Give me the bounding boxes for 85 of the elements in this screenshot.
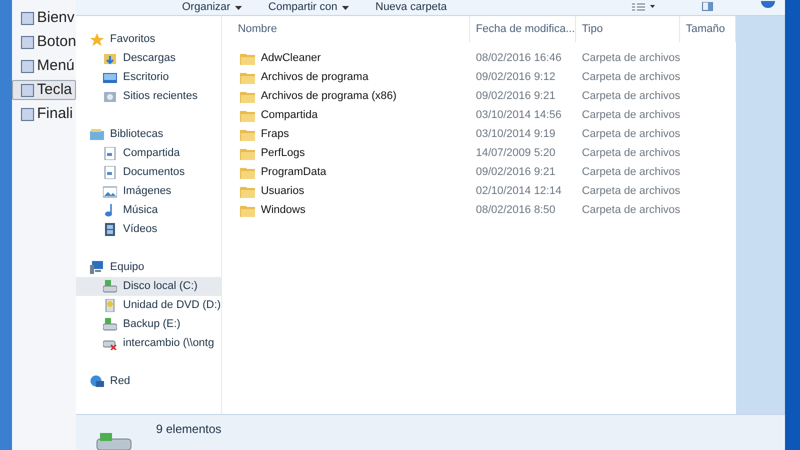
- file-name[interactable]: Archivos de programa: [232, 69, 470, 86]
- type-cell-text: Carpeta de archivos: [580, 108, 680, 124]
- nav-group-item[interactable]: Equipo: [90, 258, 221, 277]
- film-icon: [103, 223, 117, 236]
- date-cell-text: 09/02/2016 9:12: [474, 70, 556, 86]
- sidebar-item[interactable]: Bienv: [12, 8, 76, 28]
- folder-icon: [240, 109, 256, 122]
- toolbar-button[interactable]: Compartir con: [268, 0, 350, 16]
- file-name[interactable]: Windows: [232, 202, 470, 219]
- nav-item[interactable]: intercambio (\\ontg: [76, 334, 221, 353]
- file-name[interactable]: PerfLogs: [232, 145, 470, 162]
- type-cell-text: Carpeta de archivos: [580, 165, 680, 180]
- sidebar-item[interactable]: Boton: [12, 32, 76, 52]
- document-icon: [103, 166, 117, 179]
- page-icon: [21, 60, 34, 72]
- date-cell-text: 03/10/2014 14:56: [474, 108, 562, 124]
- column-header[interactable]: Tipo: [576, 16, 680, 42]
- sidebar-item[interactable]: Finali: [12, 104, 76, 124]
- type-cell-text: Carpeta de archivos: [580, 70, 680, 86]
- file-name[interactable]: Usuarios: [232, 183, 470, 200]
- type-cell-text: Carpeta de archivos: [580, 127, 680, 142]
- nav-group-item[interactable]: Favoritos: [90, 30, 221, 49]
- type-cell-text: Carpeta de archivos: [580, 203, 680, 218]
- toolbar-button[interactable]: Nueva carpeta: [375, 0, 447, 16]
- folder-icon: [240, 128, 256, 141]
- picture-icon: [103, 185, 117, 198]
- nav-item[interactable]: Escritorio: [76, 68, 221, 87]
- file-name[interactable]: Archivos de programa (x86): [232, 88, 470, 105]
- column-header[interactable]: Nombre: [232, 16, 470, 42]
- download-folder-icon: [103, 52, 117, 65]
- folder-icon: [240, 90, 256, 103]
- folder-icon: [240, 166, 256, 179]
- folder-icon: [240, 204, 256, 217]
- document-icon: [103, 147, 117, 160]
- date-cell-text: 14/07/2009 5:20: [474, 146, 556, 162]
- nav-item[interactable]: Sitios recientes: [76, 87, 221, 106]
- folder-icon: [240, 52, 256, 65]
- nav-item[interactable]: Vídeos: [76, 220, 221, 239]
- date-cell-text: 08/02/2016 8:50: [474, 203, 556, 218]
- disc-drive-icon: [103, 299, 117, 312]
- page-icon: [21, 36, 34, 48]
- globe-icon: [90, 375, 104, 388]
- drive-icon: [96, 433, 132, 450]
- nav-group-item[interactable]: Bibliotecas: [90, 125, 221, 144]
- date-cell-text: 02/10/2014 12:14: [474, 184, 562, 200]
- page-icon: [21, 108, 34, 120]
- sidebar-item[interactable]: Menú: [12, 56, 76, 76]
- nav-item[interactable]: Imágenes: [76, 182, 221, 201]
- nav-item[interactable]: Unidad de DVD (D:): [76, 296, 221, 315]
- file-name[interactable]: Fraps: [232, 126, 470, 143]
- folder-icon: [240, 71, 256, 84]
- view-options-icon[interactable]: [632, 2, 656, 10]
- file-name[interactable]: ProgramData: [232, 164, 470, 181]
- date-cell-text: 09/02/2016 9:21: [474, 165, 556, 180]
- computer-icon: [90, 261, 104, 274]
- drive-icon: [103, 280, 117, 293]
- item-count: 9 elementos: [156, 421, 222, 438]
- file-name[interactable]: Compartida: [232, 107, 470, 124]
- nav-item[interactable]: Documentos: [76, 163, 221, 182]
- toolbar-button[interactable]: Organizar: [182, 0, 242, 16]
- page-icon: [21, 84, 34, 96]
- folder-icon: [240, 147, 256, 160]
- date-cell-text: 08/02/2016 16:46: [474, 51, 562, 66]
- date-cell-text: 09/02/2016 9:21: [474, 89, 556, 104]
- nav-item[interactable]: Disco local (C:): [76, 277, 221, 296]
- date-cell-text: 03/10/2014 9:19: [474, 127, 556, 142]
- type-cell-text: Carpeta de archivos: [580, 51, 680, 66]
- library-icon: [90, 128, 104, 141]
- nav-item[interactable]: Descargas: [76, 49, 221, 68]
- file-name[interactable]: AdwCleaner: [232, 50, 470, 67]
- folder-icon: [240, 185, 256, 198]
- nav-group-item[interactable]: Red: [90, 372, 221, 391]
- type-cell-text: Carpeta de archivos: [580, 146, 680, 162]
- nav-item[interactable]: Backup (E:): [76, 315, 221, 334]
- star-icon: [90, 33, 104, 46]
- type-cell-text: Carpeta de archivos: [580, 184, 680, 200]
- column-header[interactable]: Fecha de modifica...: [470, 16, 576, 42]
- nav-item[interactable]: Música: [76, 201, 221, 220]
- drive-icon: [103, 318, 117, 331]
- nav-item[interactable]: Compartida: [76, 144, 221, 163]
- type-cell-text: Carpeta de archivos: [580, 89, 680, 104]
- preview-pane-icon[interactable]: [702, 2, 713, 11]
- page-icon: [21, 12, 34, 24]
- monitor-icon: [103, 71, 117, 84]
- sidebar-item[interactable]: Tecla: [12, 80, 76, 100]
